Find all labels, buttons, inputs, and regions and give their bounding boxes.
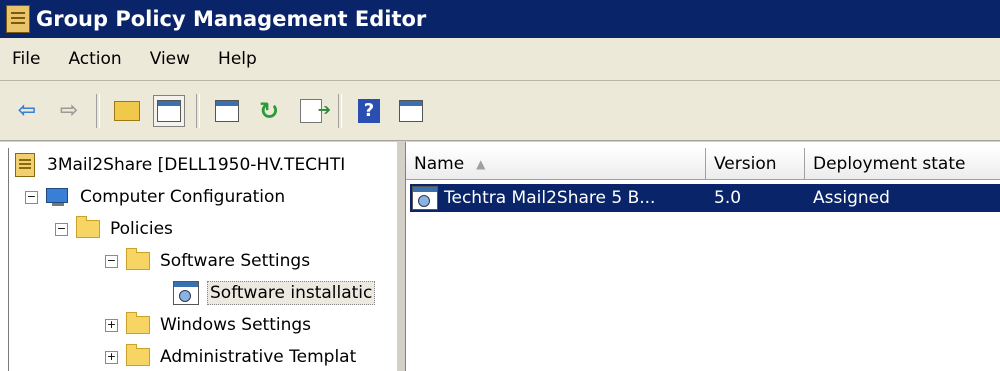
menu-file[interactable]: File — [0, 49, 54, 69]
menu-bar: File Action View Help — [0, 38, 1000, 81]
properties-icon — [215, 99, 239, 122]
group-policy-icon — [6, 5, 30, 33]
export-list-icon — [300, 98, 331, 123]
expand-icon[interactable]: + — [105, 318, 118, 332]
tree-item-label: Policies — [110, 219, 173, 239]
tree-item-label: Administrative Templat — [160, 347, 357, 367]
tree-item-label: Windows Settings — [160, 315, 312, 335]
pane-splitter[interactable] — [396, 142, 406, 371]
tree-item-software-installation[interactable]: Software installatic — [173, 278, 376, 308]
deployment-state-cell: Assigned — [805, 184, 1000, 212]
action-pane-icon — [399, 99, 423, 122]
column-header-label: Name — [414, 153, 465, 174]
title-bar: Group Policy Management Editor — [0, 0, 1000, 38]
menu-action[interactable]: Action — [54, 49, 135, 69]
forward-button[interactable]: ⇨ — [53, 95, 85, 127]
window-title: Group Policy Management Editor — [36, 7, 427, 31]
column-header-deployment-state[interactable]: Deployment state — [805, 148, 1000, 179]
up-one-level-button[interactable] — [111, 95, 143, 127]
menu-view[interactable]: View — [136, 49, 204, 69]
up-folder-icon — [114, 100, 140, 121]
forward-arrow-icon: ⇨ — [59, 98, 79, 123]
toolbar-separator — [338, 93, 342, 128]
toolbar-separator — [96, 93, 100, 128]
column-header-version[interactable]: Version — [706, 148, 805, 179]
computer-icon — [46, 188, 70, 206]
tree-item-policies[interactable]: − Policies — [55, 214, 173, 244]
collapse-icon[interactable]: − — [25, 190, 38, 204]
package-icon — [412, 186, 438, 210]
refresh-button[interactable]: ↻ — [253, 95, 285, 127]
tree-item-label: Software Settings — [160, 251, 311, 271]
sort-ascending-icon: ▲ — [476, 156, 486, 171]
export-list-button[interactable] — [295, 95, 331, 127]
show-hide-action-pane-button[interactable] — [395, 95, 427, 127]
gpo-document-icon — [15, 153, 35, 177]
refresh-icon: ↻ — [258, 96, 280, 125]
back-arrow-icon: ⇦ — [17, 98, 37, 123]
name-cell: Techtra Mail2Share 5 B... — [410, 184, 706, 212]
column-header-name[interactable]: Name ▲ — [406, 148, 706, 179]
toolbar-separator — [196, 93, 200, 128]
console-tree: 3Mail2Share [DELL1950-HV.TECHTI − Comput… — [8, 148, 397, 371]
expand-icon[interactable]: + — [105, 350, 118, 364]
collapse-icon[interactable]: − — [55, 222, 68, 236]
package-version: 5.0 — [714, 188, 742, 208]
folder-icon — [126, 312, 150, 334]
tree-item-windows-settings[interactable]: + Windows Settings — [105, 310, 311, 340]
package-deployment-state: Assigned — [813, 188, 890, 208]
result-list: Name ▲ Version Deployment state Techtra … — [406, 148, 1000, 371]
package-name: Techtra Mail2Share 5 B... — [444, 188, 656, 208]
collapse-icon[interactable]: − — [105, 254, 118, 268]
tree-item-computer-configuration[interactable]: − Computer Configuration — [25, 182, 285, 212]
software-installation-icon — [173, 281, 199, 305]
properties-button[interactable] — [211, 95, 243, 127]
column-header-label: Version — [714, 153, 777, 174]
tree-item-label: Computer Configuration — [80, 187, 286, 207]
toolbar: ⇦ ⇨ ↻ ? — [0, 81, 1000, 141]
show-hide-tree-icon — [157, 99, 181, 122]
folder-icon — [126, 344, 150, 366]
folder-icon — [126, 248, 150, 270]
tree-item-administrative-templates[interactable]: + Administrative Templat — [105, 342, 356, 371]
folder-icon — [76, 216, 100, 238]
show-hide-console-tree-button[interactable] — [153, 94, 185, 127]
menu-help[interactable]: Help — [204, 49, 271, 69]
tree-item-software-settings[interactable]: − Software Settings — [105, 246, 310, 276]
list-header: Name ▲ Version Deployment state — [406, 148, 1000, 180]
version-cell: 5.0 — [706, 184, 805, 212]
tree-item-label: 3Mail2Share [DELL1950-HV.TECHTI — [47, 155, 346, 175]
list-row[interactable]: Techtra Mail2Share 5 B... 5.0 Assigned — [410, 184, 1000, 212]
main-content: 3Mail2Share [DELL1950-HV.TECHTI − Comput… — [0, 142, 1000, 371]
tree-item-label: Software installatic — [207, 281, 376, 305]
back-button[interactable]: ⇦ — [11, 95, 43, 127]
column-header-label: Deployment state — [813, 153, 966, 174]
help-button[interactable]: ? — [353, 95, 385, 127]
tree-item-root[interactable]: 3Mail2Share [DELL1950-HV.TECHTI — [15, 150, 345, 180]
help-icon: ? — [358, 98, 380, 123]
